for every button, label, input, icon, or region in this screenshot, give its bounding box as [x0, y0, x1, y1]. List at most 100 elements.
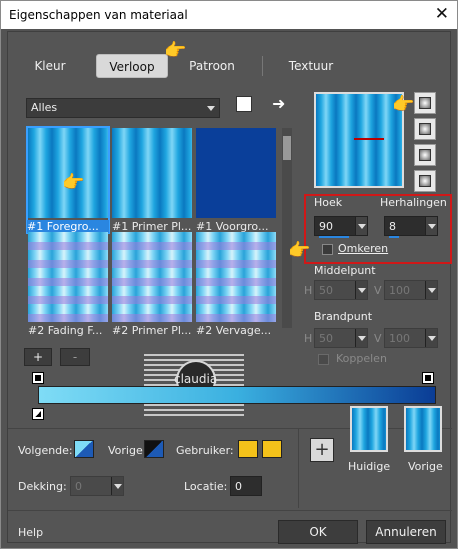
center-v-field[interactable]: 100: [384, 280, 438, 300]
chevron-down-icon[interactable]: [425, 329, 437, 347]
location-label: Locatie:: [184, 480, 228, 493]
angle-value: 90: [319, 220, 333, 233]
angle-field[interactable]: 90: [314, 216, 368, 238]
user-color-swatch-2[interactable]: [262, 440, 282, 458]
next-label: Volgende:: [18, 444, 73, 457]
tab-separator: [262, 56, 263, 76]
prev-color-swatch[interactable]: [144, 440, 164, 458]
angle-slider-bar: [319, 236, 349, 238]
watermark-text: claudia: [174, 372, 218, 386]
center-h-field[interactable]: 50: [314, 280, 368, 300]
focus-v-label: V: [374, 332, 382, 345]
focus-h-value: 50: [319, 332, 333, 345]
chevron-down-icon[interactable]: [355, 281, 367, 299]
library-icon[interactable]: [236, 96, 252, 112]
gradient-thumbnail: [28, 232, 108, 322]
chevron-down-icon: [207, 106, 215, 111]
invert-checkbox[interactable]: [322, 244, 333, 255]
add-to-swatches-button[interactable]: +: [310, 438, 334, 462]
chevron-down-icon[interactable]: [111, 477, 123, 495]
vertical-divider: [298, 428, 299, 508]
previous-label: Vorige: [408, 460, 443, 473]
opacity-value: 0: [75, 480, 82, 493]
link-label: Koppelen: [336, 352, 387, 365]
remove-stop-button[interactable]: -: [60, 348, 90, 366]
center-h-value: 50: [319, 284, 333, 297]
repeats-field[interactable]: 8: [384, 216, 438, 238]
invert-label: Omkeren: [338, 242, 389, 255]
add-stop-button[interactable]: +: [24, 348, 52, 366]
color-stop-left[interactable]: [32, 408, 44, 420]
tab-verloop[interactable]: Verloop: [96, 54, 168, 78]
gallery-item-label: #2 Fading F...: [28, 324, 103, 337]
dialog-body: Kleur Verloop Patroon Textuur 👉 Alles ➜ …: [7, 31, 452, 544]
style-linear-button[interactable]: [414, 92, 436, 114]
gallery-item-label: #2 Vervage...: [196, 324, 272, 337]
gradient-thumbnail: [112, 232, 192, 322]
gallery-item-3[interactable]: #1 Voorgro...: [196, 128, 276, 233]
style-radial-button[interactable]: [414, 170, 436, 192]
center-v-value: 100: [389, 284, 410, 297]
chevron-down-icon[interactable]: [425, 281, 437, 299]
angle-label: Hoek: [314, 196, 343, 209]
cancel-button[interactable]: Annuleren: [366, 520, 446, 544]
opacity-field[interactable]: 0: [70, 476, 124, 496]
window-title: Eigenschappen van materiaal: [9, 8, 188, 22]
gradient-preview[interactable]: [314, 92, 404, 188]
location-value: 0: [235, 480, 242, 493]
close-icon[interactable]: ✕: [435, 4, 449, 24]
scrollbar-thumb[interactable]: [283, 136, 291, 160]
gallery-scrollbar[interactable]: [282, 128, 292, 328]
center-v-label: V: [374, 284, 382, 297]
gradient-thumbnail: [196, 128, 276, 218]
chevron-down-icon[interactable]: [355, 329, 367, 347]
watermark-logo: claudia: [144, 352, 244, 416]
prev-label: Vorige:: [108, 444, 147, 457]
focus-v-value: 100: [389, 332, 410, 345]
angle-handle[interactable]: [354, 138, 384, 140]
footer-divider: [8, 510, 452, 511]
style-rectangular-button[interactable]: [414, 118, 436, 140]
gradient-thumbnail: [112, 128, 192, 218]
focus-h-field[interactable]: 50: [314, 328, 368, 348]
help-link[interactable]: Help: [18, 526, 43, 539]
category-dropdown-value: Alles: [31, 101, 58, 114]
title-bar: Eigenschappen van materiaal ✕: [1, 1, 457, 29]
current-swatch[interactable]: [350, 406, 388, 452]
focus-h-label: H: [304, 332, 313, 345]
center-h-label: H: [304, 284, 313, 297]
focus-v-field[interactable]: 100: [384, 328, 438, 348]
style-sunburst-button[interactable]: [414, 144, 436, 166]
pointing-hand-icon: 👉: [62, 172, 85, 193]
pointing-hand-icon: 👉: [392, 94, 415, 115]
pointing-hand-icon: 👉: [288, 240, 311, 261]
link-checkbox[interactable]: [318, 354, 329, 365]
gallery-item-4[interactable]: #2 Fading F...: [28, 232, 108, 337]
repeats-label: Herhalingen: [380, 196, 447, 209]
user-color-swatch-1[interactable]: [238, 440, 258, 458]
dialog-window: Eigenschappen van materiaal ✕ Kleur Verl…: [0, 0, 458, 549]
gradient-editor-bar[interactable]: [38, 386, 436, 404]
focus-label: Brandpunt: [314, 310, 373, 323]
arrow-right-icon[interactable]: ➜: [272, 94, 285, 113]
tab-textuur[interactable]: Textuur: [274, 54, 348, 78]
current-label: Huidige: [348, 460, 391, 473]
tab-kleur[interactable]: Kleur: [18, 54, 82, 78]
location-field[interactable]: 0: [230, 476, 262, 496]
chevron-down-icon[interactable]: [425, 217, 437, 235]
top-stop-left[interactable]: [32, 372, 44, 384]
previous-swatch[interactable]: [404, 406, 442, 452]
pointing-hand-icon: 👉: [164, 40, 187, 61]
top-stop-right[interactable]: [422, 372, 434, 384]
gallery-item-2[interactable]: #1 Primer Pl...: [112, 128, 192, 233]
chevron-down-icon[interactable]: [355, 217, 367, 235]
category-dropdown[interactable]: Alles: [26, 98, 220, 118]
ok-button[interactable]: OK: [278, 520, 358, 544]
gallery-item-5[interactable]: #2 Primer Pl...: [112, 232, 192, 337]
gallery-item-1[interactable]: #1 Foregro... 👉: [26, 126, 110, 234]
gallery-item-label: #2 Primer Pl...: [112, 324, 192, 337]
gallery-item-6[interactable]: #2 Vervage...: [196, 232, 276, 337]
next-color-swatch[interactable]: [74, 440, 94, 458]
repeats-value: 8: [389, 220, 396, 233]
opacity-label: Dekking:: [18, 480, 67, 493]
